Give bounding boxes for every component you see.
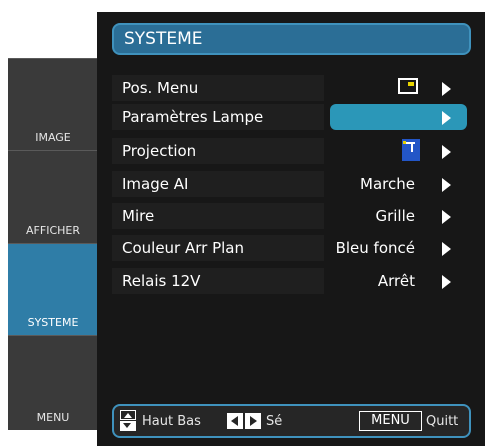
tab-label: IMAGE bbox=[35, 131, 71, 144]
chevron-right-icon[interactable] bbox=[442, 145, 451, 159]
updown-hint: Haut Bas bbox=[142, 414, 201, 429]
menu-position-icon bbox=[398, 78, 418, 94]
menu-row-pos-menu[interactable]: Pos. Menu bbox=[112, 75, 467, 101]
leftright-hint: Sé bbox=[266, 414, 283, 429]
chevron-right-icon[interactable] bbox=[442, 275, 451, 289]
row-label: Couleur Arr Plan bbox=[122, 239, 245, 257]
menu-row-couleur-arr-plan[interactable]: Couleur Arr Plan Bleu foncé bbox=[112, 235, 467, 261]
tab-systeme[interactable]: SYSTEME bbox=[8, 243, 98, 335]
tab-label: AFFICHER bbox=[26, 224, 80, 237]
projection-icon bbox=[402, 139, 420, 161]
tab-image[interactable]: IMAGE bbox=[8, 58, 98, 150]
tab-menu[interactable]: MENU bbox=[8, 335, 98, 430]
chevron-right-icon[interactable] bbox=[442, 82, 451, 96]
row-label: Pos. Menu bbox=[122, 79, 199, 97]
menu-row-image-ai[interactable]: Image AI Marche bbox=[112, 171, 467, 197]
chevron-right-icon[interactable] bbox=[442, 210, 451, 224]
tab-bar: IMAGE AFFICHER SYSTEME MENU bbox=[8, 58, 98, 430]
tab-label: MENU bbox=[36, 411, 70, 424]
row-value: Grille bbox=[375, 207, 415, 225]
menu-key-icon: MENU bbox=[359, 411, 422, 431]
row-label: Image AI bbox=[122, 175, 189, 193]
row-value: Arrêt bbox=[377, 272, 415, 290]
row-value: Marche bbox=[360, 175, 415, 193]
row-value: Bleu foncé bbox=[335, 239, 415, 257]
row-label: Mire bbox=[122, 207, 155, 225]
menu-row-projection[interactable]: Projection bbox=[112, 138, 467, 164]
menu-row-mire[interactable]: Mire Grille bbox=[112, 203, 467, 229]
row-label: Relais 12V bbox=[122, 272, 201, 290]
key-help-bar: Haut Bas Sé MENU Quitt bbox=[112, 404, 471, 438]
settings-panel: SYSTEME Pos. Menu Paramètres Lampe Proje… bbox=[97, 12, 485, 446]
chevron-right-icon[interactable] bbox=[442, 178, 451, 192]
quit-hint: Quitt bbox=[426, 414, 459, 429]
row-label: Paramètres Lampe bbox=[122, 108, 264, 126]
row-label: Projection bbox=[122, 142, 197, 160]
chevron-right-icon[interactable] bbox=[442, 111, 451, 125]
tab-afficher[interactable]: AFFICHER bbox=[8, 150, 98, 243]
up-down-keys-icon bbox=[120, 410, 136, 432]
panel-title: SYSTEME bbox=[112, 23, 471, 55]
tab-label: SYSTEME bbox=[27, 316, 79, 329]
left-right-keys-icon bbox=[227, 413, 261, 429]
menu-row-relais-12v[interactable]: Relais 12V Arrêt bbox=[112, 268, 467, 294]
menu-row-parametres-lampe[interactable]: Paramètres Lampe bbox=[112, 104, 467, 130]
chevron-right-icon[interactable] bbox=[442, 242, 451, 256]
